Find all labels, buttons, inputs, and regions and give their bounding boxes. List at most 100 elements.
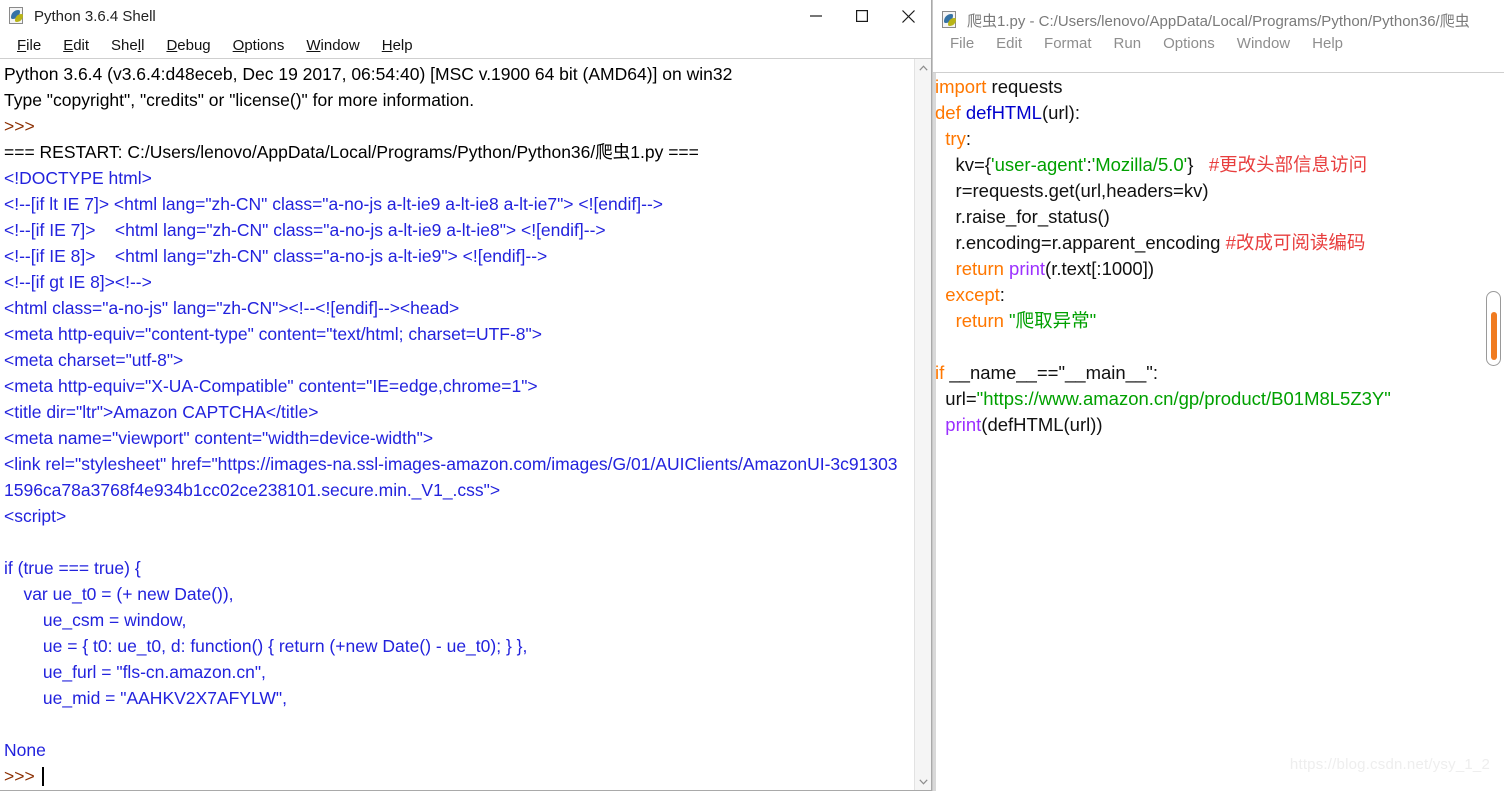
editor-window-title: 爬虫1.py - C:/Users/lenovo/AppData/Local/P… [967, 12, 1470, 30]
watermark: https://blog.csdn.net/ysy_1_2 [1289, 756, 1490, 773]
shell-output-line: Type "copyright", "credits" or "license(… [4, 90, 475, 110]
editor-code-line: if __name__=="__main__": [935, 360, 1480, 386]
code-token: requests [991, 76, 1063, 97]
shell-menu-file[interactable]: File [6, 37, 52, 54]
code-token: #改成可阅读编码 [1225, 232, 1366, 253]
editor-code-line: try: [935, 126, 1480, 152]
shell-menu-debug[interactable]: Debug [155, 37, 221, 54]
shell-output-line: <script> [4, 506, 67, 526]
code-token: r.encoding=r.apparent_encoding [935, 232, 1226, 253]
python-shell-window[interactable]: Python 3.6.4 Shell File Edit Shell Debug Opt… [0, 0, 932, 791]
code-token: return [955, 310, 1010, 331]
editor-code-line: r.encoding=r.apparent_encoding #改成可阅读编码 [935, 230, 1480, 256]
editor-menu-options[interactable]: Options [1152, 35, 1226, 52]
shell-menu-shell[interactable]: Shell [100, 37, 155, 54]
editor-menu-edit[interactable]: Edit [985, 35, 1033, 52]
code-token: : [965, 128, 971, 149]
editor-menu-window[interactable]: Window [1226, 35, 1301, 52]
shell-output-line: if (true === true) { [4, 558, 141, 578]
code-token: 'Mozilla/5.0' [1091, 154, 1188, 175]
shell-output-line [4, 711, 903, 737]
shell-output-line: <meta http-equiv="X-UA-Compatible" conte… [4, 376, 538, 396]
editor-code-line: return "爬取异常" [935, 308, 1480, 334]
editor-code-line: print(defHTML(url)) [935, 412, 1480, 438]
shell-output-line: var ue_t0 = (+ new Date()), [4, 584, 234, 604]
code-token: : [1152, 362, 1158, 383]
editor-code-line [935, 334, 1480, 360]
shell-output-line: <link rel="stylesheet" href="https://ima… [4, 454, 898, 500]
shell-output-line: <!--[if IE 8]> <html lang="zh-CN" class=… [4, 246, 548, 266]
shell-titlebar[interactable]: Python 3.6.4 Shell [0, 0, 931, 32]
editor-source-code: import requests def defHTML(url): try: kv… [935, 74, 1480, 791]
shell-output-line: === RESTART: C:/Users/lenovo/AppData/Loc… [4, 142, 699, 162]
shell-output-text: Python 3.6.4 (v3.6.4:d48eceb, Dec 19 201… [4, 61, 903, 790]
editor-code-line: r=requests.get(url,headers=kv) [935, 178, 1480, 204]
python-file-icon [941, 11, 959, 29]
editor-menu-run[interactable]: Run [1103, 35, 1153, 52]
shell-menu-edit[interactable]: Edit [52, 37, 100, 54]
shell-prompt[interactable]: >>> [4, 763, 903, 789]
shell-vertical-scrollbar[interactable] [914, 59, 931, 790]
code-token: except [945, 284, 1000, 305]
editor-code-line: kv={'user-agent':'Mozilla/5.0'} #更改头部信息访… [935, 152, 1480, 178]
editor-vertical-scrollbar[interactable] [1486, 291, 1501, 366]
text-cursor [41, 767, 44, 786]
code-token: "爬取异常" [1009, 310, 1097, 331]
shell-menu-help[interactable]: Help [371, 37, 424, 54]
shell-output-line: ue_furl = "fls-cn.amazon.cn", [4, 662, 266, 682]
code-token: 'user-agent' [991, 154, 1087, 175]
editor-code-line: import requests [935, 74, 1480, 100]
shell-output-line: ue_csm = window, [4, 610, 187, 630]
python-editor-window[interactable]: 爬虫1.py - C:/Users/lenovo/AppData/Local/P… [932, 0, 1504, 791]
python-file-icon [8, 7, 26, 25]
editor-menu-help[interactable]: Help [1301, 35, 1354, 52]
shell-output-line: <html class="a-no-js" lang="zh-CN"><!--<… [4, 298, 460, 318]
editor-titlebar[interactable]: 爬虫1.py - C:/Users/lenovo/AppData/Local/P… [933, 0, 1504, 30]
code-token: kv={ [935, 154, 992, 175]
shell-menu-window[interactable]: Window [295, 37, 370, 54]
chevron-down-icon[interactable] [915, 773, 931, 790]
code-token: "https://www.amazon.cn/gp/product/B01M8L… [976, 388, 1391, 409]
editor-menu-format[interactable]: Format [1033, 35, 1103, 52]
code-token: import [935, 76, 992, 97]
shell-output-line: <title dir="ltr">Amazon CAPTCHA</title> [4, 402, 319, 422]
editor-text-area[interactable]: import requests def defHTML(url): try: kv… [933, 72, 1504, 791]
code-token: } [1187, 154, 1209, 175]
editor-menu-file[interactable]: File [939, 35, 985, 52]
code-token: (url): [1041, 102, 1080, 123]
shell-output-line: <!--[if lt IE 7]> <html lang="zh-CN" cla… [4, 194, 663, 214]
code-token: (defHTML(url)) [981, 414, 1103, 435]
editor-scrollbar-thumb[interactable] [1491, 312, 1497, 360]
code-token: __name__== [949, 362, 1059, 383]
code-token: def [935, 102, 966, 123]
code-token: url= [935, 388, 977, 409]
code-token: "__main__" [1058, 362, 1153, 383]
shell-output-line: <!--[if gt IE 8]><!--> [4, 272, 152, 292]
shell-window-title: Python 3.6.4 Shell [34, 7, 156, 25]
chevron-up-icon[interactable] [915, 59, 931, 76]
editor-code-line: def defHTML(url): [935, 100, 1480, 126]
code-token: if [935, 362, 950, 383]
shell-output-line: ue_mid = "AAHKV2X7AFYLW", [4, 688, 287, 708]
code-token: (r.text[:1000]) [1045, 258, 1155, 279]
shell-output-line: <!DOCTYPE html> [4, 168, 152, 188]
minimize-icon[interactable] [793, 0, 839, 32]
shell-output-line: None [4, 740, 46, 760]
shell-output-area[interactable]: Python 3.6.4 (v3.6.4:d48eceb, Dec 19 201… [0, 58, 931, 790]
code-token: try [945, 128, 966, 149]
code-token: print [1009, 258, 1046, 279]
maximize-icon[interactable] [839, 0, 885, 32]
editor-menubar[interactable]: File Edit Format Run Options Window Help [933, 30, 1504, 56]
shell-window-controls [793, 0, 931, 32]
editor-code-line: except: [935, 282, 1480, 308]
desktop: Python 3.6.4 Shell File Edit Shell Debug Opt… [0, 0, 1504, 791]
shell-menu-options[interactable]: Options [222, 37, 296, 54]
close-icon[interactable] [885, 0, 931, 32]
editor-code-line: return print(r.text[:1000]) [935, 256, 1480, 282]
shell-menubar[interactable]: File Edit Shell Debug Options Window Help [0, 32, 931, 58]
